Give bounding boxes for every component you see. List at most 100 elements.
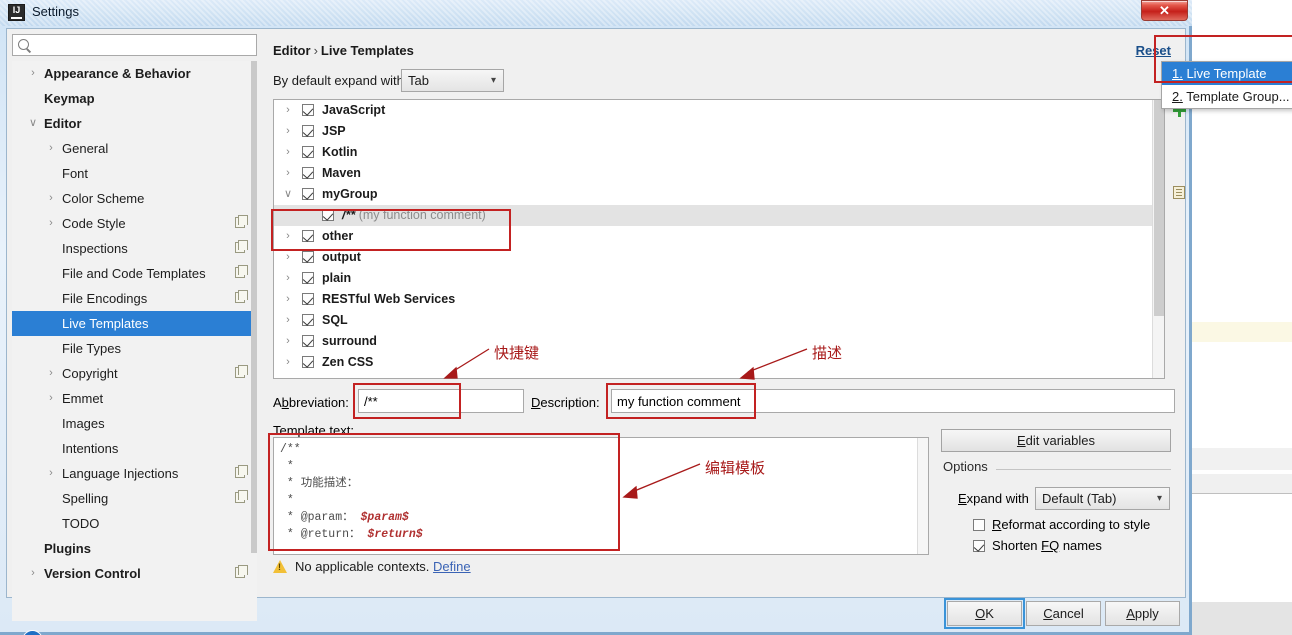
template-checkbox[interactable] xyxy=(302,272,314,284)
close-icon[interactable]: ✕ xyxy=(1141,0,1188,21)
chevron-right-icon[interactable]: › xyxy=(26,61,40,86)
sidebar-item-spelling[interactable]: Spelling xyxy=(12,486,257,511)
template-group-row[interactable]: ∨ myGroup xyxy=(274,184,1164,205)
sidebar-item-live-templates[interactable]: Live Templates xyxy=(12,311,257,336)
template-checkbox[interactable] xyxy=(302,335,314,347)
sidebar-item-font[interactable]: Font xyxy=(12,161,257,186)
template-checkbox[interactable] xyxy=(302,104,314,116)
sidebar-scrollbar-thumb[interactable] xyxy=(251,61,257,553)
abbreviation-input[interactable] xyxy=(358,389,524,413)
menu-item-live-template[interactable]: 1. Live Template xyxy=(1162,62,1292,85)
reformat-checkbox[interactable] xyxy=(973,519,985,531)
sidebar-item-intentions[interactable]: Intentions xyxy=(12,436,257,461)
search-box[interactable] xyxy=(12,34,257,56)
expand-with-select[interactable]: Default (Tab) ▾ xyxy=(1035,487,1170,510)
template-row[interactable]: /** (my function comment) xyxy=(274,205,1164,226)
copy-settings-icon[interactable] xyxy=(235,290,248,303)
chevron-right-icon[interactable]: › xyxy=(282,268,294,289)
template-checkbox[interactable] xyxy=(302,356,314,368)
chevron-right-icon[interactable]: › xyxy=(282,226,294,247)
chevron-right-icon[interactable]: › xyxy=(44,211,58,236)
copy-settings-icon[interactable] xyxy=(235,490,248,503)
sidebar-item-file-encodings[interactable]: File Encodings xyxy=(12,286,257,311)
templates-list[interactable]: › JavaScript › JSP › Kotlin › Maven ∨ myGroup /** … xyxy=(273,99,1165,379)
template-group-row[interactable]: › RESTful Web Services xyxy=(274,289,1164,310)
template-group-row[interactable]: › output xyxy=(274,247,1164,268)
breadcrumb-root[interactable]: Editor xyxy=(273,43,311,58)
chevron-right-icon[interactable]: › xyxy=(282,310,294,331)
description-input[interactable] xyxy=(611,389,1175,413)
chevron-right-icon[interactable]: › xyxy=(282,331,294,352)
chevron-right-icon[interactable]: › xyxy=(282,142,294,163)
chevron-right-icon[interactable]: › xyxy=(282,163,294,184)
template-checkbox[interactable] xyxy=(302,314,314,326)
sidebar-item-general[interactable]: › General xyxy=(12,136,257,161)
templates-list-scrollbar-thumb[interactable] xyxy=(1154,100,1164,316)
chevron-right-icon[interactable]: › xyxy=(26,561,40,586)
template-group-row[interactable]: › Kotlin xyxy=(274,142,1164,163)
sidebar-item-emmet[interactable]: › Emmet xyxy=(12,386,257,411)
apply-button[interactable]: Apply xyxy=(1105,601,1180,626)
ok-button[interactable]: OK xyxy=(947,601,1022,626)
template-text-scrollbar[interactable] xyxy=(917,438,928,554)
sidebar-item-inspections[interactable]: Inspections xyxy=(12,236,257,261)
shorten-fq-checkbox[interactable] xyxy=(973,540,985,552)
template-checkbox[interactable] xyxy=(302,293,314,305)
template-checkbox[interactable] xyxy=(322,209,334,221)
template-group-row[interactable]: › plain xyxy=(274,268,1164,289)
chevron-right-icon[interactable]: › xyxy=(44,186,58,211)
template-group-row[interactable]: › SQL xyxy=(274,310,1164,331)
add-template-menu[interactable]: 1. Live Template 2. Template Group... xyxy=(1161,61,1292,109)
chevron-right-icon[interactable]: › xyxy=(44,136,58,161)
sidebar-item-version-control[interactable]: › Version Control xyxy=(12,561,257,586)
edit-variables-button[interactable]: Edit variables xyxy=(941,429,1171,452)
template-checkbox[interactable] xyxy=(302,146,314,158)
settings-tree[interactable]: › Appearance & Behavior Keymap ∨ Editor › Gene… xyxy=(12,61,257,621)
sidebar-item-appearance-behavior[interactable]: › Appearance & Behavior xyxy=(12,61,257,86)
template-group-row[interactable]: › JSP xyxy=(274,121,1164,142)
sidebar-item-keymap[interactable]: Keymap xyxy=(12,86,257,111)
sidebar-item-file-types[interactable]: File Types xyxy=(12,336,257,361)
template-checkbox[interactable] xyxy=(302,125,314,137)
template-text-editor[interactable]: /** * * 功能描述： * * @param： $param$ * @ret… xyxy=(273,437,929,555)
templates-list-scrollbar[interactable] xyxy=(1152,100,1164,378)
chevron-right-icon[interactable]: › xyxy=(282,121,294,142)
copy-settings-icon[interactable] xyxy=(235,265,248,278)
chevron-right-icon[interactable]: › xyxy=(282,289,294,310)
search-input[interactable] xyxy=(35,37,250,53)
sidebar-item-plugins[interactable]: Plugins xyxy=(12,536,257,561)
copy-settings-icon[interactable] xyxy=(235,240,248,253)
template-group-row[interactable]: › surround xyxy=(274,331,1164,352)
template-checkbox[interactable] xyxy=(302,167,314,179)
reset-link[interactable]: Reset xyxy=(1136,43,1171,58)
menu-item-template-group[interactable]: 2. Template Group... xyxy=(1162,85,1292,108)
chevron-down-icon[interactable]: ∨ xyxy=(26,111,40,136)
default-expand-select[interactable]: Tab ▾ xyxy=(401,69,504,92)
cancel-button[interactable]: Cancel xyxy=(1026,601,1101,626)
template-group-row[interactable]: › other xyxy=(274,226,1164,247)
sidebar-item-editor[interactable]: ∨ Editor xyxy=(12,111,257,136)
template-group-row[interactable]: › Maven xyxy=(274,163,1164,184)
sidebar-item-todo[interactable]: TODO xyxy=(12,511,257,536)
sidebar-item-file-and-code-templates[interactable]: File and Code Templates xyxy=(12,261,257,286)
copy-settings-icon[interactable] xyxy=(235,215,248,228)
sidebar-scrollbar[interactable] xyxy=(251,61,257,553)
copy-settings-icon[interactable] xyxy=(235,465,248,478)
chevron-right-icon[interactable]: › xyxy=(282,247,294,268)
sidebar-item-color-scheme[interactable]: › Color Scheme xyxy=(12,186,257,211)
template-group-row[interactable]: › JavaScript xyxy=(274,100,1164,121)
sidebar-item-images[interactable]: Images xyxy=(12,411,257,436)
chevron-down-icon[interactable]: ∨ xyxy=(282,184,294,205)
sidebar-item-code-style[interactable]: › Code Style xyxy=(12,211,257,236)
define-context-link[interactable]: Define xyxy=(433,559,471,574)
template-group-row[interactable]: › Zen CSS xyxy=(274,352,1164,373)
dialog-titlebar[interactable]: IJ Settings ✕ xyxy=(0,0,1192,26)
chevron-right-icon[interactable]: › xyxy=(44,461,58,486)
template-checkbox[interactable] xyxy=(302,251,314,263)
template-checkbox[interactable] xyxy=(302,188,314,200)
chevron-right-icon[interactable]: › xyxy=(282,100,294,121)
copy-settings-icon[interactable] xyxy=(235,365,248,378)
chevron-right-icon[interactable]: › xyxy=(282,352,294,373)
chevron-right-icon[interactable]: › xyxy=(44,361,58,386)
chevron-right-icon[interactable]: › xyxy=(44,386,58,411)
